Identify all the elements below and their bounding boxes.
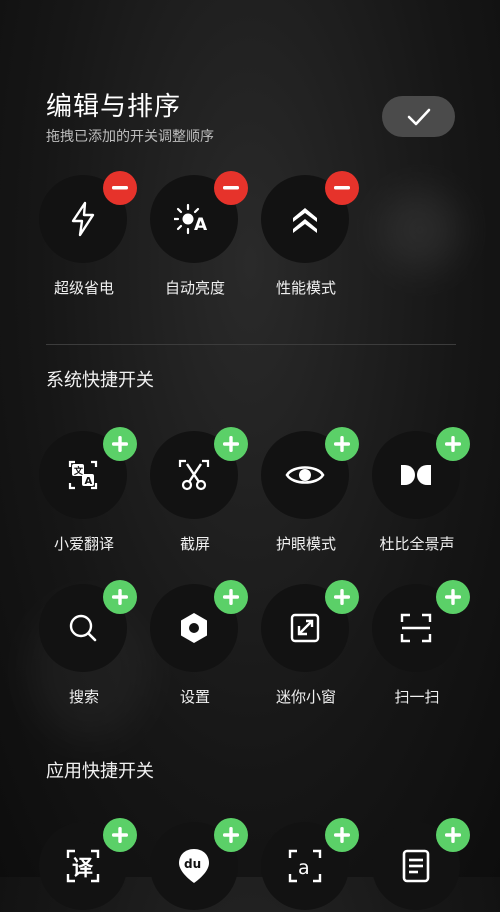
tile-label: 小爱翻译 [53, 535, 114, 553]
add-button[interactable] [214, 427, 248, 461]
double-chevron-up-icon [293, 208, 317, 233]
app-tile-translate[interactable]: 译 [39, 818, 137, 912]
system-tile-search[interactable]: 搜索 [39, 580, 137, 706]
plus-icon [334, 589, 350, 605]
system-tile-mini-window[interactable]: 迷你小窗 [261, 580, 359, 706]
svg-text:译: 译 [72, 856, 94, 880]
add-button[interactable] [214, 580, 248, 614]
plus-icon [112, 827, 128, 843]
plus-icon [334, 827, 350, 843]
tile-label: 扫一扫 [394, 688, 440, 706]
remove-button[interactable] [325, 171, 359, 205]
text-recognize-icon: a [288, 849, 322, 883]
lightning-icon [71, 201, 95, 237]
plus-icon [223, 436, 239, 452]
add-button[interactable] [436, 818, 470, 852]
plus-icon [445, 827, 461, 843]
notes-icon [402, 849, 430, 883]
baidu-map-icon: du [179, 849, 209, 883]
plus-icon [223, 589, 239, 605]
settings-icon [181, 613, 207, 643]
tile-label: 杜比全景声 [379, 535, 455, 553]
done-button[interactable] [382, 96, 455, 137]
svg-text:A: A [194, 215, 208, 235]
tile-label: 迷你小窗 [275, 688, 336, 706]
plus-icon [334, 436, 350, 452]
add-button[interactable] [436, 580, 470, 614]
added-tile-performance-mode[interactable]: 性能模式 [261, 171, 359, 297]
minus-icon [334, 186, 350, 190]
system-tile-screenshot[interactable]: 截屏 [150, 427, 248, 553]
tile-label: 截屏 [179, 535, 210, 553]
add-button[interactable] [103, 818, 137, 852]
app-translate-icon: 译 [66, 849, 100, 883]
plus-icon [445, 436, 461, 452]
app-tile-baidu-map[interactable]: du [150, 818, 248, 912]
app-tile-notes[interactable] [372, 818, 470, 912]
section-title-system: 系统快捷开关 [46, 370, 154, 391]
minus-icon [112, 186, 128, 190]
add-button[interactable] [214, 818, 248, 852]
svg-text:A: A [85, 476, 93, 487]
tile-label: 超级省电 [53, 279, 114, 297]
tile-label: 护眼模式 [275, 535, 336, 553]
tile-label: 设置 [179, 688, 210, 706]
remove-button[interactable] [214, 171, 248, 205]
add-button[interactable] [436, 427, 470, 461]
tile-label: 自动亮度 [164, 279, 225, 297]
page-subtitle: 拖拽已添加的开关调整顺序 [46, 129, 214, 145]
background-glow [380, 190, 460, 270]
plus-icon [112, 436, 128, 452]
plus-icon [445, 589, 461, 605]
system-tile-translate[interactable]: 文 A 小爱翻译 [39, 427, 137, 553]
system-tile-scan[interactable]: 扫一扫 [372, 580, 470, 706]
dolby-icon [401, 465, 431, 485]
search-icon [69, 614, 97, 642]
minus-icon [223, 186, 239, 190]
app-tile-text-recognize[interactable]: a [261, 818, 359, 912]
add-button[interactable] [325, 427, 359, 461]
system-tile-eye-care[interactable]: 护眼模式 [261, 427, 359, 553]
checkmark-icon [407, 108, 430, 125]
svg-text:a: a [298, 857, 310, 879]
add-button[interactable] [103, 580, 137, 614]
system-tile-dolby-atmos[interactable]: 杜比全景声 [372, 427, 470, 553]
eye-icon [285, 466, 325, 484]
sun-auto-icon: A [174, 203, 208, 235]
tile-label: 性能模式 [275, 279, 336, 297]
page-title: 编辑与排序 [46, 92, 182, 122]
scissors-icon [178, 459, 210, 491]
add-button[interactable] [103, 427, 137, 461]
added-tile-auto-brightness[interactable]: A 自动亮度 [150, 171, 248, 297]
section-title-apps: 应用快捷开关 [46, 761, 154, 782]
plus-icon [112, 589, 128, 605]
scan-icon [400, 613, 432, 643]
translate-icon: 文 A [68, 460, 98, 490]
section-divider [46, 344, 456, 345]
add-button[interactable] [325, 818, 359, 852]
tile-label: 搜索 [68, 688, 99, 706]
add-button[interactable] [325, 580, 359, 614]
svg-text:du: du [184, 857, 201, 871]
plus-icon [223, 827, 239, 843]
system-tile-settings[interactable]: 设置 [150, 580, 248, 706]
remove-button[interactable] [103, 171, 137, 205]
mini-window-icon [290, 613, 320, 643]
added-tile-super-power-saving[interactable]: 超级省电 [39, 171, 137, 297]
